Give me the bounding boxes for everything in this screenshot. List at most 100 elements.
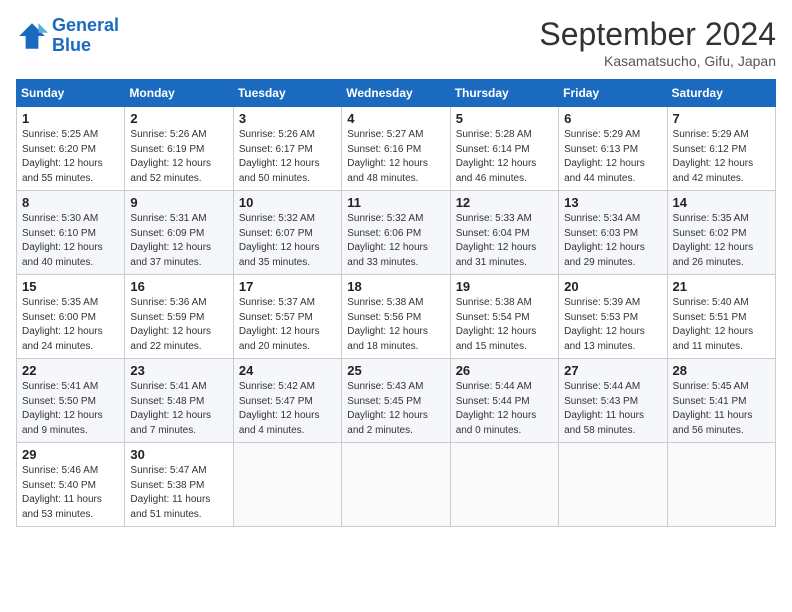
day-number: 5	[456, 111, 553, 126]
day-header-thursday: Thursday	[450, 80, 558, 107]
day-info: Sunrise: 5:46 AM Sunset: 5:40 PM Dayligh…	[22, 464, 119, 522]
day-info: Sunrise: 5:26 AM Sunset: 6:19 PM Dayligh…	[130, 128, 227, 186]
calendar-row: 8 Sunrise: 5:30 AM Sunset: 6:10 PM Daylig…	[17, 191, 776, 275]
day-number: 2	[130, 111, 227, 126]
day-header-sunday: Sunday	[17, 80, 125, 107]
day-cell-18: 18 Sunrise: 5:38 AM Sunset: 5:56 PM Dayli…	[342, 275, 450, 359]
day-info: Sunrise: 5:44 AM Sunset: 5:44 PM Dayligh…	[456, 380, 553, 438]
day-info: Sunrise: 5:41 AM Sunset: 5:50 PM Dayligh…	[22, 380, 119, 438]
day-cell-26: 26 Sunrise: 5:44 AM Sunset: 5:44 PM Dayli…	[450, 359, 558, 443]
day-number: 11	[347, 195, 444, 210]
page-header: General Blue September 2024 Kasamatsucho…	[16, 16, 776, 69]
day-cell-22: 22 Sunrise: 5:41 AM Sunset: 5:50 PM Dayli…	[17, 359, 125, 443]
day-info: Sunrise: 5:36 AM Sunset: 5:59 PM Dayligh…	[130, 296, 227, 354]
day-cell-27: 27 Sunrise: 5:44 AM Sunset: 5:43 PM Dayli…	[559, 359, 667, 443]
day-cell-4: 4 Sunrise: 5:27 AM Sunset: 6:16 PM Daylig…	[342, 107, 450, 191]
day-info: Sunrise: 5:28 AM Sunset: 6:14 PM Dayligh…	[456, 128, 553, 186]
day-cell-14: 14 Sunrise: 5:35 AM Sunset: 6:02 PM Dayli…	[667, 191, 775, 275]
day-info: Sunrise: 5:33 AM Sunset: 6:04 PM Dayligh…	[456, 212, 553, 270]
day-info: Sunrise: 5:29 AM Sunset: 6:13 PM Dayligh…	[564, 128, 661, 186]
day-cell-29: 29Sunrise: 5:46 AM Sunset: 5:40 PM Dayli…	[17, 443, 125, 527]
day-number: 24	[239, 363, 336, 378]
day-number: 8	[22, 195, 119, 210]
day-cell-19: 19Sunrise: 5:38 AM Sunset: 5:54 PM Dayli…	[450, 275, 558, 359]
day-info: Sunrise: 5:47 AM Sunset: 5:38 PM Dayligh…	[130, 464, 227, 522]
day-info: Sunrise: 5:29 AM Sunset: 6:12 PM Dayligh…	[673, 128, 770, 186]
day-cell-6: 6Sunrise: 5:29 AM Sunset: 6:13 PM Daylig…	[559, 107, 667, 191]
day-cell-16: 16 Sunrise: 5:36 AM Sunset: 5:59 PM Dayli…	[125, 275, 233, 359]
day-number: 15	[22, 279, 119, 294]
day-number: 23	[130, 363, 227, 378]
day-cell-23: 23 Sunrise: 5:41 AM Sunset: 5:48 PM Dayli…	[125, 359, 233, 443]
empty-cell	[342, 443, 450, 527]
day-info: Sunrise: 5:30 AM Sunset: 6:10 PM Dayligh…	[22, 212, 119, 270]
day-number: 25	[347, 363, 444, 378]
day-number: 7	[673, 111, 770, 126]
calendar-row: 15 Sunrise: 5:35 AM Sunset: 6:00 PM Dayli…	[17, 275, 776, 359]
day-info: Sunrise: 5:38 AM Sunset: 5:56 PM Dayligh…	[347, 296, 444, 354]
day-number: 30	[130, 447, 227, 462]
day-number: 27	[564, 363, 661, 378]
day-cell-13: 13Sunrise: 5:34 AM Sunset: 6:03 PM Dayli…	[559, 191, 667, 275]
logo: General Blue	[16, 16, 119, 56]
day-cell-11: 11 Sunrise: 5:32 AM Sunset: 6:06 PM Dayli…	[342, 191, 450, 275]
day-header-friday: Friday	[559, 80, 667, 107]
day-cell-1: 1Sunrise: 5:25 AM Sunset: 6:20 PM Daylig…	[17, 107, 125, 191]
day-number: 19	[456, 279, 553, 294]
calendar-row: 1Sunrise: 5:25 AM Sunset: 6:20 PM Daylig…	[17, 107, 776, 191]
day-cell-9: 9 Sunrise: 5:31 AM Sunset: 6:09 PM Daylig…	[125, 191, 233, 275]
day-cell-21: 21Sunrise: 5:40 AM Sunset: 5:51 PM Dayli…	[667, 275, 775, 359]
day-number: 16	[130, 279, 227, 294]
logo-text-line1: General	[52, 16, 119, 36]
day-cell-10: 10Sunrise: 5:32 AM Sunset: 6:07 PM Dayli…	[233, 191, 341, 275]
day-cell-15: 15 Sunrise: 5:35 AM Sunset: 6:00 PM Dayli…	[17, 275, 125, 359]
day-number: 18	[347, 279, 444, 294]
day-number: 28	[673, 363, 770, 378]
day-number: 12	[456, 195, 553, 210]
day-cell-20: 20Sunrise: 5:39 AM Sunset: 5:53 PM Dayli…	[559, 275, 667, 359]
day-info: Sunrise: 5:41 AM Sunset: 5:48 PM Dayligh…	[130, 380, 227, 438]
day-header-tuesday: Tuesday	[233, 80, 341, 107]
day-number: 9	[130, 195, 227, 210]
days-header-row: SundayMondayTuesdayWednesdayThursdayFrid…	[17, 80, 776, 107]
day-cell-30: 30 Sunrise: 5:47 AM Sunset: 5:38 PM Dayli…	[125, 443, 233, 527]
day-cell-25: 25 Sunrise: 5:43 AM Sunset: 5:45 PM Dayli…	[342, 359, 450, 443]
day-header-monday: Monday	[125, 80, 233, 107]
day-info: Sunrise: 5:40 AM Sunset: 5:51 PM Dayligh…	[673, 296, 770, 354]
day-number: 22	[22, 363, 119, 378]
empty-cell	[233, 443, 341, 527]
day-info: Sunrise: 5:44 AM Sunset: 5:43 PM Dayligh…	[564, 380, 661, 438]
day-header-wednesday: Wednesday	[342, 80, 450, 107]
day-info: Sunrise: 5:32 AM Sunset: 6:07 PM Dayligh…	[239, 212, 336, 270]
calendar-table: SundayMondayTuesdayWednesdayThursdayFrid…	[16, 79, 776, 527]
day-info: Sunrise: 5:35 AM Sunset: 6:00 PM Dayligh…	[22, 296, 119, 354]
day-info: Sunrise: 5:45 AM Sunset: 5:41 PM Dayligh…	[673, 380, 770, 438]
empty-cell	[450, 443, 558, 527]
day-info: Sunrise: 5:31 AM Sunset: 6:09 PM Dayligh…	[130, 212, 227, 270]
day-number: 17	[239, 279, 336, 294]
day-cell-28: 28 Sunrise: 5:45 AM Sunset: 5:41 PM Dayli…	[667, 359, 775, 443]
empty-cell	[667, 443, 775, 527]
day-cell-3: 3Sunrise: 5:26 AM Sunset: 6:17 PM Daylig…	[233, 107, 341, 191]
empty-cell	[559, 443, 667, 527]
day-cell-2: 2 Sunrise: 5:26 AM Sunset: 6:19 PM Daylig…	[125, 107, 233, 191]
day-info: Sunrise: 5:43 AM Sunset: 5:45 PM Dayligh…	[347, 380, 444, 438]
day-info: Sunrise: 5:35 AM Sunset: 6:02 PM Dayligh…	[673, 212, 770, 270]
day-cell-8: 8 Sunrise: 5:30 AM Sunset: 6:10 PM Daylig…	[17, 191, 125, 275]
day-info: Sunrise: 5:32 AM Sunset: 6:06 PM Dayligh…	[347, 212, 444, 270]
location-text: Kasamatsucho, Gifu, Japan	[539, 53, 776, 69]
day-info: Sunrise: 5:27 AM Sunset: 6:16 PM Dayligh…	[347, 128, 444, 186]
day-number: 14	[673, 195, 770, 210]
logo-icon	[16, 20, 48, 52]
day-cell-12: 12 Sunrise: 5:33 AM Sunset: 6:04 PM Dayli…	[450, 191, 558, 275]
title-block: September 2024 Kasamatsucho, Gifu, Japan	[539, 16, 776, 69]
day-info: Sunrise: 5:37 AM Sunset: 5:57 PM Dayligh…	[239, 296, 336, 354]
day-cell-5: 5 Sunrise: 5:28 AM Sunset: 6:14 PM Daylig…	[450, 107, 558, 191]
month-title: September 2024	[539, 16, 776, 53]
day-number: 4	[347, 111, 444, 126]
day-header-saturday: Saturday	[667, 80, 775, 107]
calendar-row: 22 Sunrise: 5:41 AM Sunset: 5:50 PM Dayli…	[17, 359, 776, 443]
day-number: 26	[456, 363, 553, 378]
calendar-row: 29Sunrise: 5:46 AM Sunset: 5:40 PM Dayli…	[17, 443, 776, 527]
day-info: Sunrise: 5:42 AM Sunset: 5:47 PM Dayligh…	[239, 380, 336, 438]
